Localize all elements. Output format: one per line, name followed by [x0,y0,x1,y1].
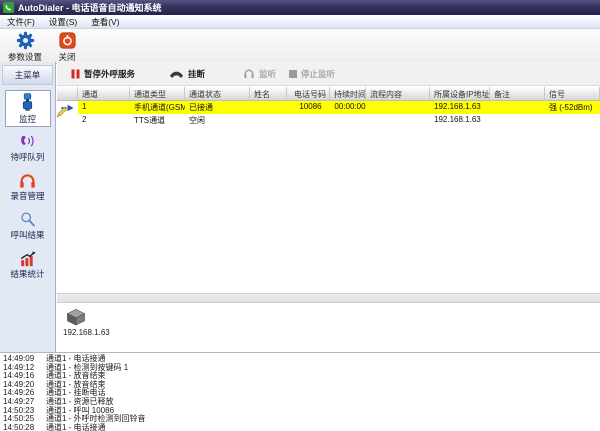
sidebar-item-label: 待呼队列 [10,151,44,163]
search-icon [19,211,36,228]
sidebar-item-call-queue[interactable]: 待呼队列 [5,129,51,166]
column-header-channel[interactable]: 通道 [78,87,130,100]
column-header-signal[interactable]: 信号 [545,87,600,100]
edit-pencil-icon [54,106,68,126]
cell-device-ip: 192.168.1.63 [430,101,490,114]
phone-queue-icon [18,133,37,150]
cell-signal: 强 (-52dBm) [545,101,600,114]
hangup-button[interactable]: 挂断 [169,68,205,80]
menu-view[interactable]: 查看(V) [84,15,126,28]
horizontal-splitter[interactable] [57,293,600,303]
column-header-channel-state[interactable]: 通道状态 [185,87,250,100]
sidebar-item-label: 结果统计 [10,268,44,280]
stop-icon [289,70,297,78]
cell-signal [545,114,600,127]
pause-outbound-label: 暂停外呼服务 [84,68,135,80]
cell-phone [287,114,330,127]
column-header-flow[interactable]: 流程内容 [366,87,430,100]
main-panel: 暂停外呼服务 挂断 监听 停止监听 [57,62,600,352]
device-panel: 192.168.1.63 [57,303,600,352]
pause-outbound-button[interactable]: 暂停外呼服务 [71,68,135,80]
cell-duration: 00:00:00 [330,101,366,114]
chart-icon [19,250,37,267]
device-item[interactable]: 192.168.1.63 [63,307,110,337]
window-title: AutoDialer - 电话语音自动通知系统 [18,1,162,14]
sidebar-item-monitor[interactable]: 监控 [5,90,51,127]
column-header-icon[interactable] [57,87,78,100]
column-header-phone[interactable]: 电话号码 [287,87,330,100]
sidebar-item-recordings[interactable]: 录音管理 [5,168,51,205]
menu-bar: 文件(F) 设置(S) 查看(V) [0,15,600,29]
sidebar-item-call-results[interactable]: 呼叫结果 [5,207,51,244]
titlebar: AutoDialer - 电话语音自动通知系统 [0,0,600,15]
cell-duration [330,114,366,127]
stop-listen-label: 停止监听 [301,68,335,80]
sidebar-item-label: 录音管理 [10,190,44,202]
sidebar-item-label: 呼叫结果 [10,229,44,241]
cell-channel-state: 空闲 [185,114,250,127]
cell-phone: 10086 [287,101,330,114]
channel-toolbar: 暂停外呼服务 挂断 监听 停止监听 [57,62,600,86]
monitor-icon [20,93,35,112]
gear-icon [16,31,35,50]
table-row-channel-1[interactable]: 1 手机通道(GSM) 已接通 10086 00:00:00 192.168.1… [57,101,600,114]
listen-headphones-icon [243,68,255,79]
channel-table: 通道 通道类型 通道状态 姓名 电话号码 持续时间 流程内容 所属设备IP地址 … [57,87,600,293]
hangup-label: 挂断 [188,68,205,80]
sidebar-header: 主菜单 [2,65,53,85]
column-header-device-ip[interactable]: 所属设备IP地址 [430,87,490,100]
device-ip-label: 192.168.1.63 [63,328,110,337]
power-icon [59,31,76,50]
column-header-name[interactable]: 姓名 [250,87,287,100]
menu-file[interactable]: 文件(F) [0,15,42,28]
device-icon [63,307,89,327]
cell-name [250,114,287,127]
log-time: 14:50:28 [3,424,37,431]
pause-icon [71,69,80,79]
cell-channel-type: 手机通道(GSM) [130,101,185,114]
table-header-row: 通道 通道类型 通道状态 姓名 电话号码 持续时间 流程内容 所属设备IP地址 … [57,87,600,101]
menu-settings[interactable]: 设置(S) [42,15,84,28]
event-log-panel: 14:49:09 通道1 - 电话接通 14:49:12 通道1 - 检测到按键… [0,352,600,431]
cell-remark [490,101,545,114]
column-header-channel-type[interactable]: 通道类型 [130,87,185,100]
cell-device-ip: 192.168.1.63 [430,114,490,127]
app-phone-icon [3,2,14,13]
log-message: 通道1 - 电话接通 [46,424,106,431]
cell-flow [366,101,430,114]
column-header-duration[interactable]: 持续时间 [330,87,366,100]
table-row-channel-2[interactable]: 2 TTS通道 空闲 192.168.1.63 [57,114,600,127]
log-line: 14:50:28 通道1 - 电话接通 [3,424,600,431]
sidebar: 主菜单 监控 待呼队列 [0,62,56,352]
listen-button[interactable]: 监听 [243,68,276,80]
close-button[interactable]: 关闭 [48,31,86,63]
cell-channel: 1 [78,101,130,114]
cell-flow [366,114,430,127]
cell-channel: 2 [78,114,130,127]
stop-listen-button[interactable]: 停止监听 [289,68,335,80]
headphones-icon [18,172,37,189]
cell-remark [490,114,545,127]
listen-label: 监听 [259,68,276,80]
column-header-remark[interactable]: 备注 [490,87,545,100]
cell-channel-state: 已接通 [185,101,250,114]
sidebar-item-statistics[interactable]: 结果统计 [5,246,51,283]
main-toolbar: 参数设置 关闭 [0,29,600,64]
param-settings-button[interactable]: 参数设置 [2,31,48,63]
cell-name [250,101,287,114]
cell-channel-type: TTS通道 [130,114,185,127]
sidebar-item-label: 监控 [19,113,36,125]
hangup-icon [169,69,184,79]
